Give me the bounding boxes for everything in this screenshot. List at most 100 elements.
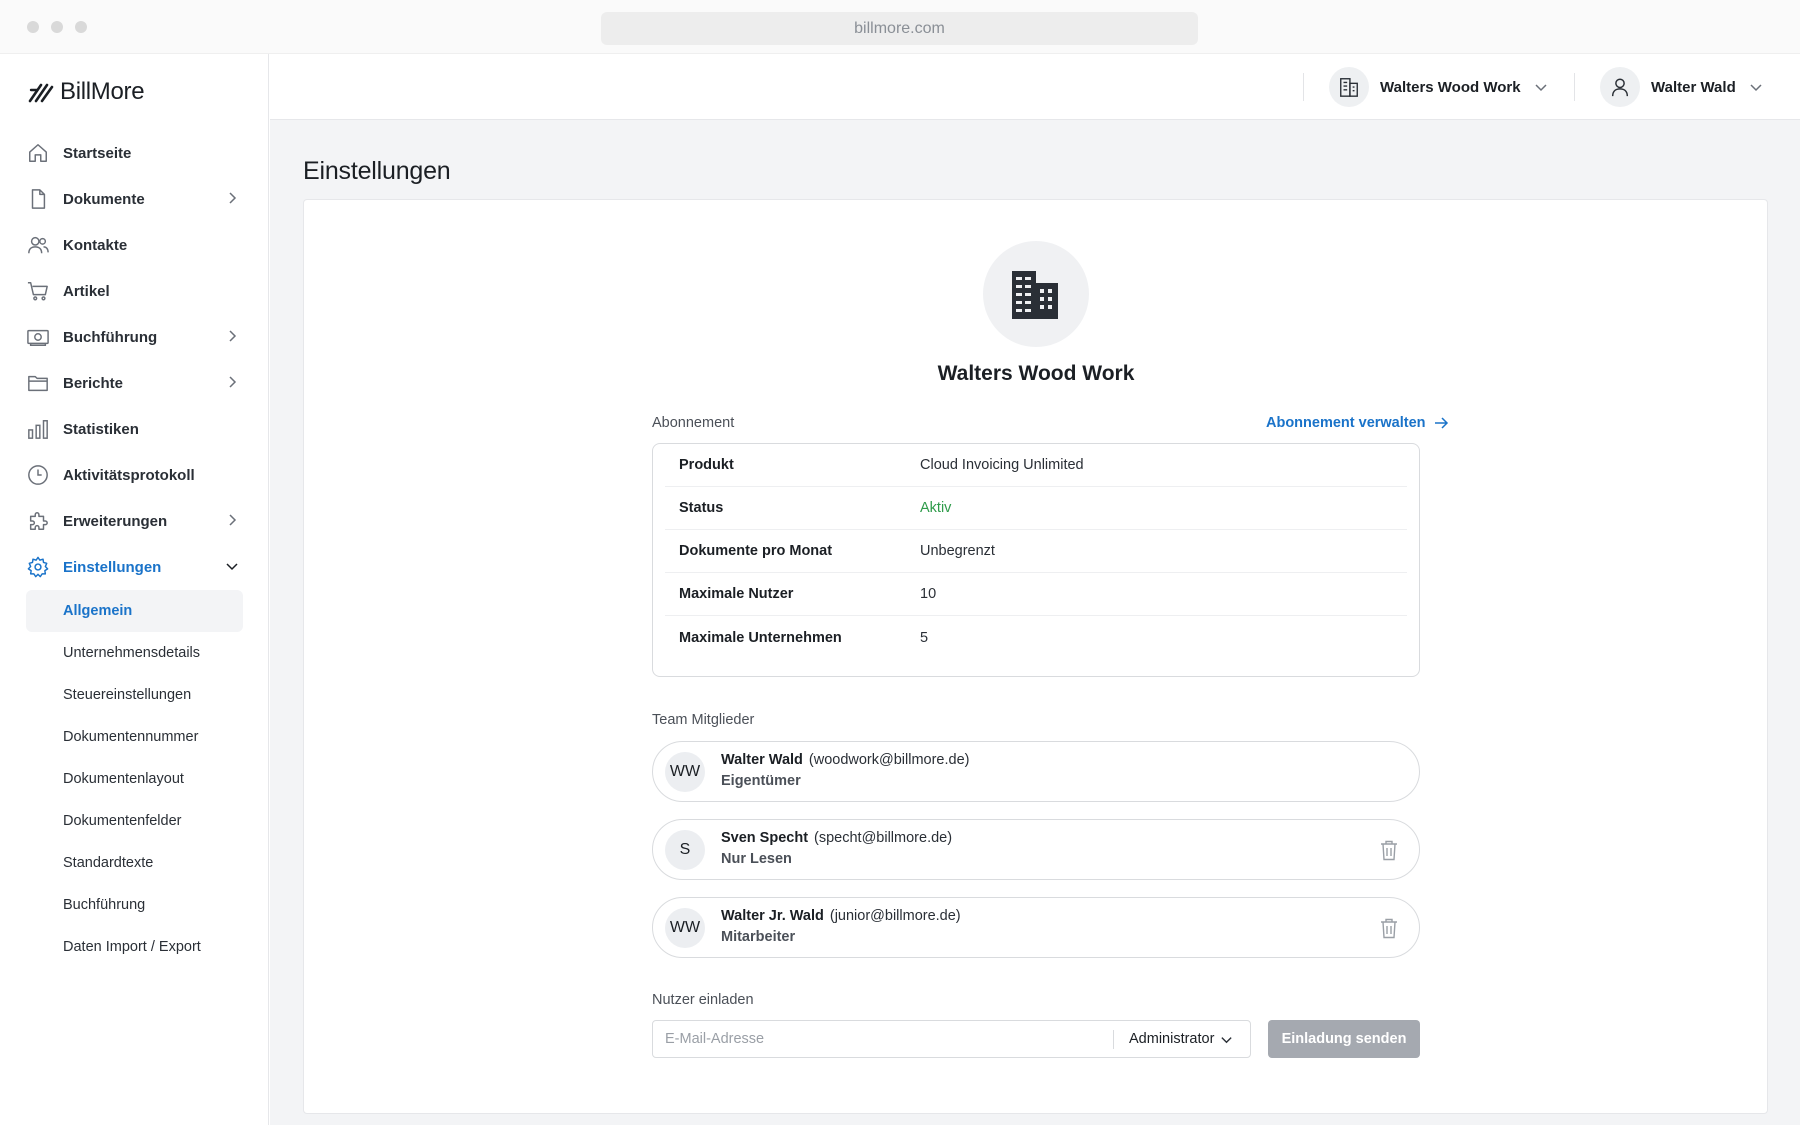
submenu-item-unternehmensdetails[interactable]: Unternehmensdetails [0,632,269,674]
arrow-right-icon [1434,417,1448,429]
building-icon [1012,271,1058,319]
submenu-item-dokumentenlayout[interactable]: Dokumentenlayout [0,758,269,800]
avatar: S [665,830,705,870]
invite-email-input[interactable] [653,1021,1113,1057]
member-name: Sven Specht (specht@billmore.de) [721,830,952,846]
app-logo[interactable]: BillMore [28,78,145,106]
submenu-item-steuereinstellungen[interactable]: Steuereinstellungen [0,674,269,716]
sidebar-item-aktivitaetsprotokoll[interactable]: Aktivitätsprotokoll [0,452,269,498]
sidebar-item-einstellungen[interactable]: Einstellungen [0,544,269,590]
clock-icon [26,463,50,487]
money-icon [26,325,50,349]
subscription-row: Maximale Nutzer 10 [665,573,1407,616]
chevron-right-icon [229,330,237,342]
chevron-right-icon [229,192,237,204]
sidebar-item-berichte[interactable]: Berichte [0,360,269,406]
browser-chrome: billmore.com [0,0,1800,54]
sidebar-item-label: Erweiterungen [63,512,168,530]
sidebar-item-label: Startseite [63,144,132,162]
subscription-key: Maximale Unternehmen [679,629,842,646]
company-name: Walters Wood Work [937,362,1135,385]
chevron-right-icon [229,376,237,388]
main-content: Einstellungen Walters Wood Work Abonneme… [270,120,1800,1125]
user-menu[interactable]: Walter Wald [1600,65,1763,109]
sidebar-item-dokumente[interactable]: Dokumente [0,176,269,222]
send-invitation-button[interactable]: Einladung senden [1268,1020,1420,1058]
sidebar-item-label: Buchführung [63,328,158,346]
subscription-value: 5 [920,629,929,646]
sidebar-item-artikel[interactable]: Artikel [0,268,269,314]
building-icon [1340,78,1358,97]
submenu-item-dokumentennummer[interactable]: Dokumentennummer [0,716,269,758]
invite-role-select[interactable]: Administrator [1114,1021,1250,1057]
sidebar-item-label: Statistiken [63,420,139,438]
document-icon [26,187,50,211]
sidebar-item-label: Dokumente [63,190,145,208]
manage-subscription-link[interactable]: Abonnement verwalten [1266,415,1454,431]
subscription-row: Maximale Unternehmen 5 [665,616,1407,659]
puzzle-icon [26,509,50,533]
submenu-item-dokumentenfelder[interactable]: Dokumentenfelder [0,800,269,842]
sidebar-item-erweiterungen[interactable]: Erweiterungen [0,498,269,544]
user-menu-label: Walter Wald [1651,78,1736,96]
cart-icon [26,279,50,303]
invite-role-value: Administrator [1129,1031,1215,1047]
sidebar-item-label: Berichte [63,374,124,392]
address-bar[interactable]: billmore.com [601,12,1198,45]
sidebar-item-startseite[interactable]: Startseite [0,130,269,176]
home-icon [26,141,50,165]
invite-form: Administrator [652,1020,1251,1058]
billmore-logo-icon [28,83,54,103]
submenu-item-standardtexte[interactable]: Standardtexte [0,842,269,884]
logo-text: BillMore [60,78,145,105]
subscription-row: Status Aktiv [665,487,1407,530]
sidebar-item-statistiken[interactable]: Statistiken [0,406,269,452]
company-logo[interactable] [983,241,1089,347]
sidebar-item-label: Artikel [63,282,110,300]
member-email: (woodwork@billmore.de) [808,752,970,768]
sidebar-item-label: Kontakte [63,236,128,254]
user-avatar [1600,67,1640,107]
avatar: WW [665,752,705,792]
chevron-down-icon [226,563,238,571]
subscription-value: 10 [920,586,937,602]
user-icon [1611,78,1629,97]
window-maximize-dot[interactable] [75,21,87,33]
member-email: (specht@billmore.de) [814,830,953,846]
submenu-item-buchfuehrung[interactable]: Buchführung [0,884,269,926]
submenu-item-allgemein[interactable]: Allgemein [26,590,243,632]
subscription-key: Status [679,500,724,516]
top-header: Walters Wood Work Walter Wald [270,54,1800,120]
settings-submenu: Allgemein Unternehmensdetails Steuereins… [0,590,269,968]
team-member-row: S Sven Specht (specht@billmore.de) Nur Le… [652,819,1420,880]
chevron-right-icon [229,514,237,526]
member-name: Walter Jr. Wald (junior@billmore.de) [721,908,961,924]
subscription-value: Unbegrenzt [920,543,995,559]
header-divider [1303,73,1304,101]
team-members-label: Team Mitglieder [652,712,755,728]
team-member-row: WW Walter Wald (woodwork@billmore.de) Eig… [652,741,1420,802]
company-switcher[interactable]: Walters Wood Work [1329,65,1548,109]
company-switcher-label: Walters Wood Work [1380,78,1521,96]
subscription-details: Produkt Cloud Invoicing Unlimited Status… [652,443,1420,677]
trash-icon[interactable] [1379,839,1399,861]
sidebar-item-buchfuehrung[interactable]: Buchführung [0,314,269,360]
member-name: Walter Wald (woodwork@billmore.de) [721,752,969,768]
chevron-down-icon [1750,84,1762,92]
subscription-key: Dokumente pro Monat [679,543,833,559]
subscription-row: Dokumente pro Monat Unbegrenzt [665,530,1407,573]
contacts-icon [26,233,50,257]
member-name-text: Sven Specht [721,830,809,846]
trash-icon[interactable] [1379,917,1399,939]
window-close-dot[interactable] [27,21,39,33]
subscription-row: Produkt Cloud Invoicing Unlimited [665,444,1407,487]
bar-chart-icon [26,417,50,441]
window-minimize-dot[interactable] [51,21,63,33]
invite-user-label: Nutzer einladen [652,992,754,1008]
submenu-item-daten-import-export[interactable]: Daten Import / Export [0,926,269,968]
sidebar-item-label: Einstellungen [63,558,162,576]
subscription-key: Produkt [679,457,734,473]
sidebar-item-label: Aktivitätsprotokoll [63,466,195,484]
sidebar-item-kontakte[interactable]: Kontakte [0,222,269,268]
chevron-down-icon [1535,84,1547,92]
